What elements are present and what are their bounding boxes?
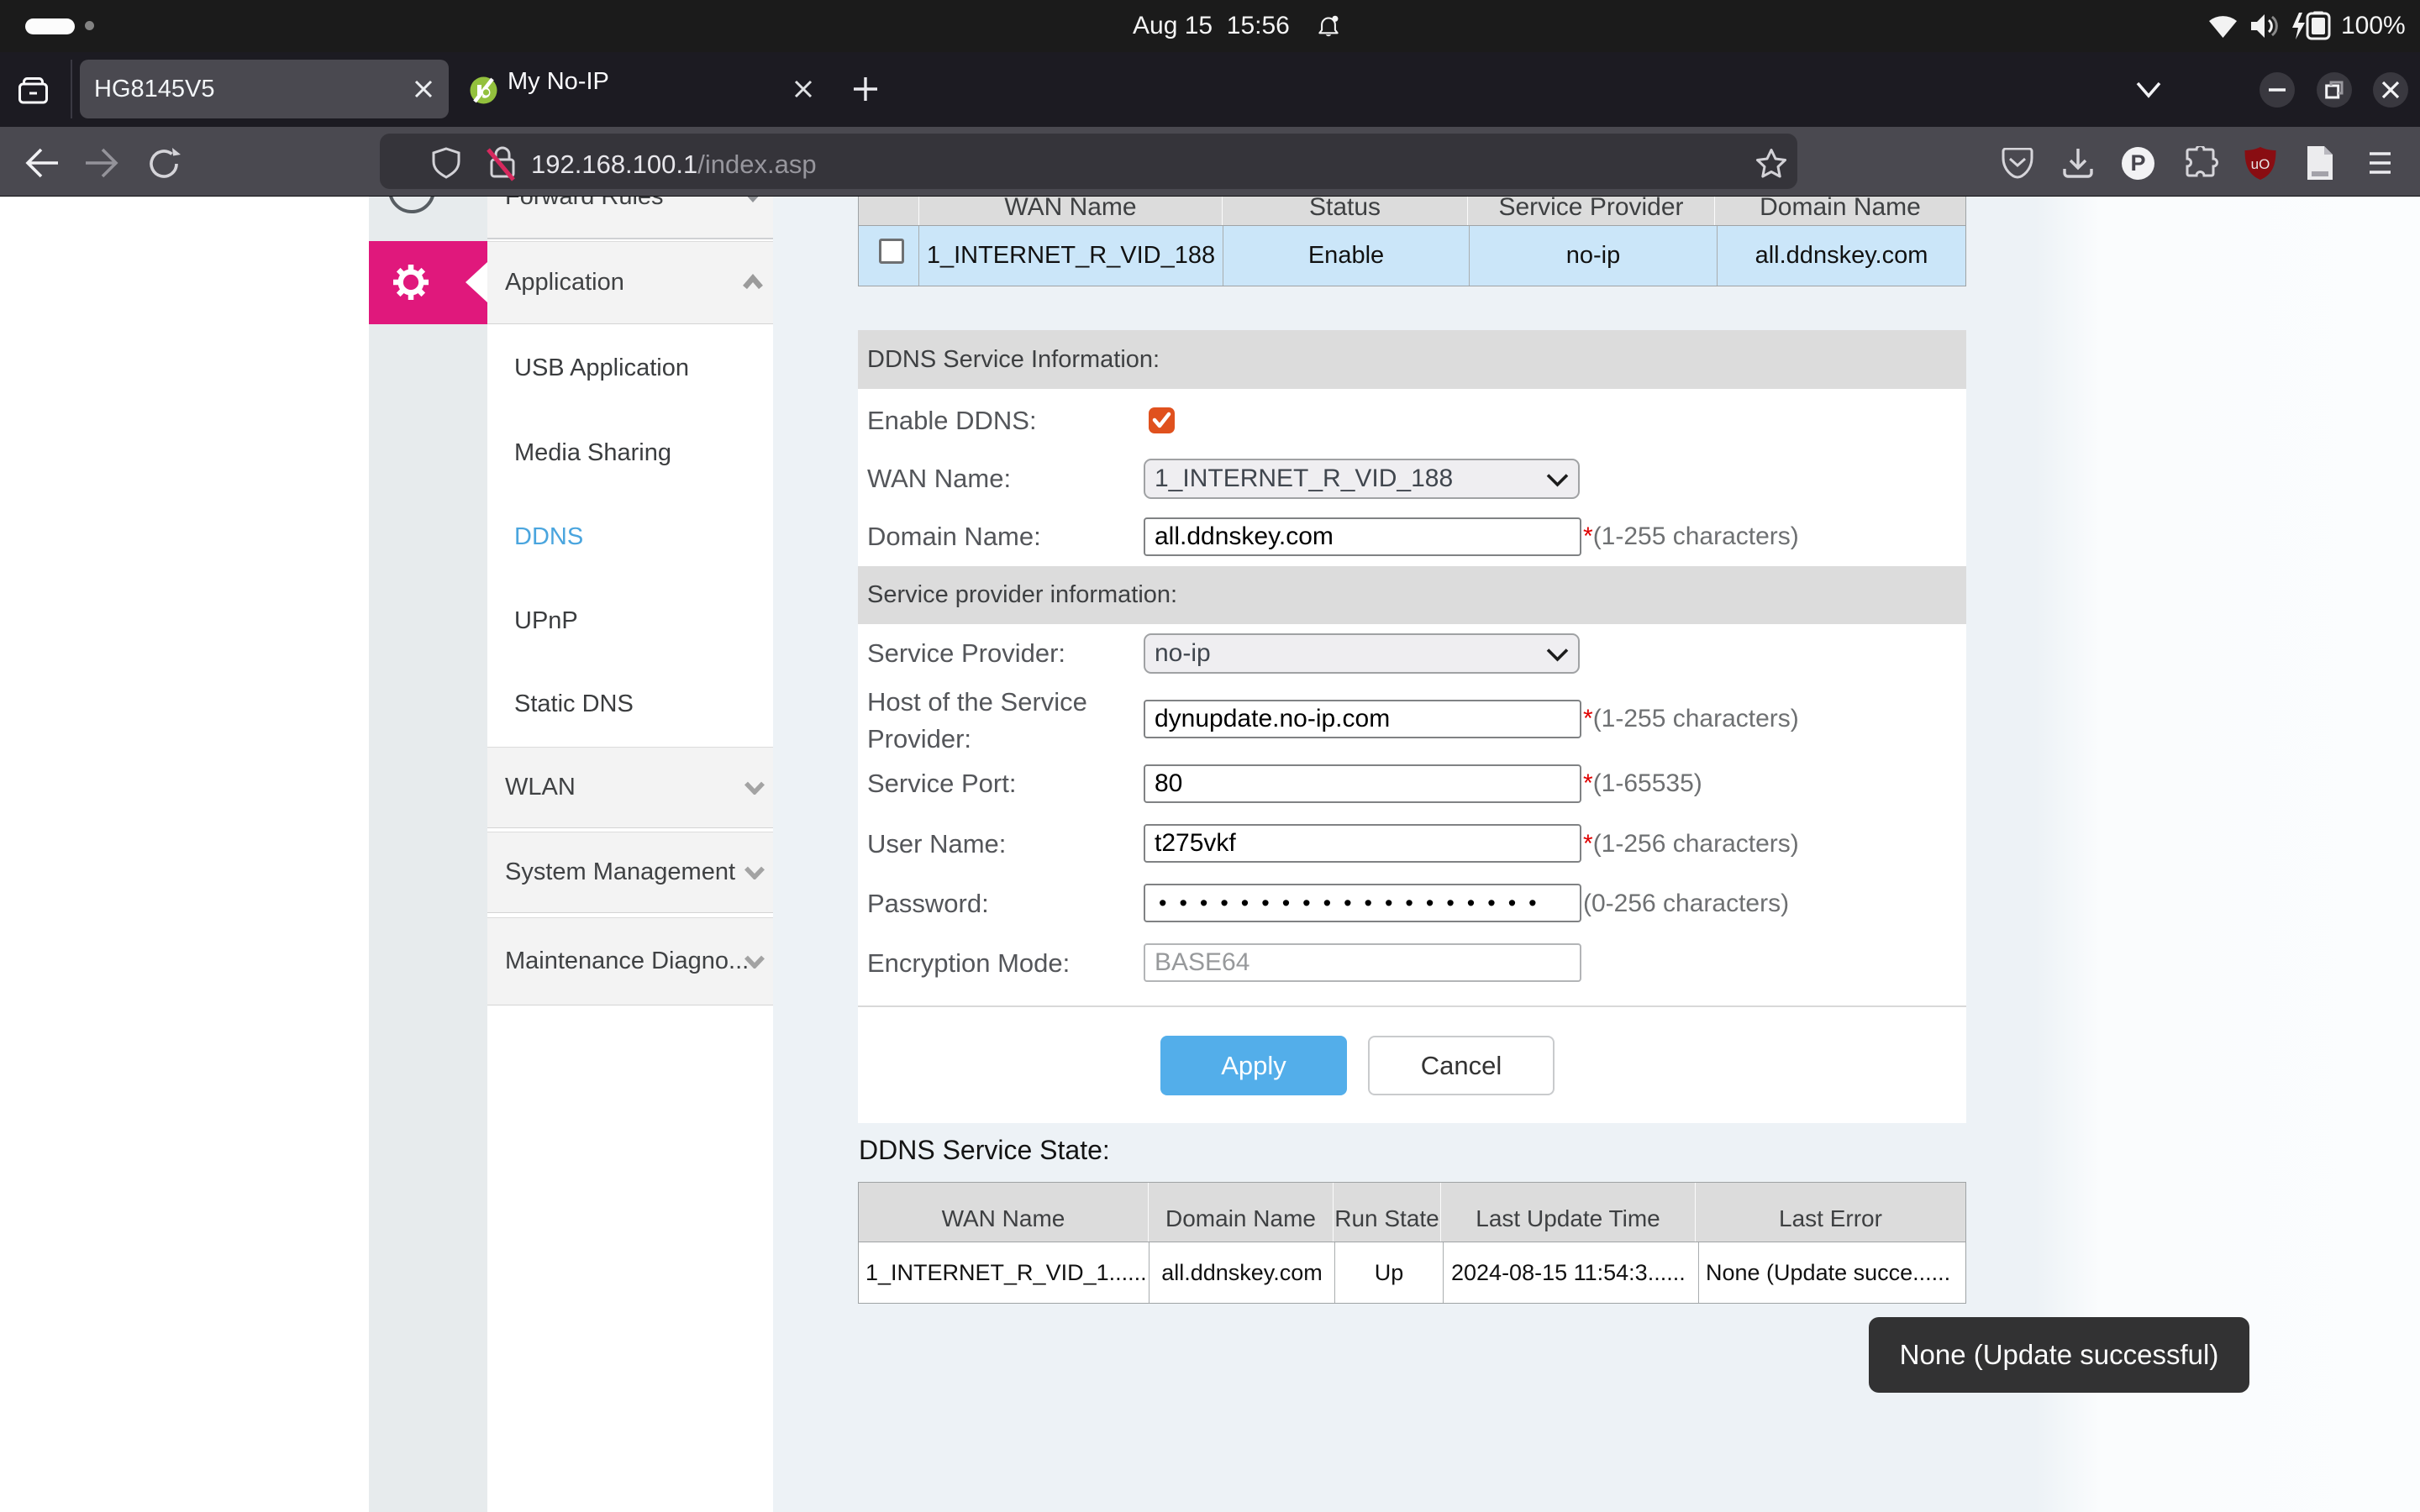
svg-text:uO: uO [2251, 156, 2270, 172]
